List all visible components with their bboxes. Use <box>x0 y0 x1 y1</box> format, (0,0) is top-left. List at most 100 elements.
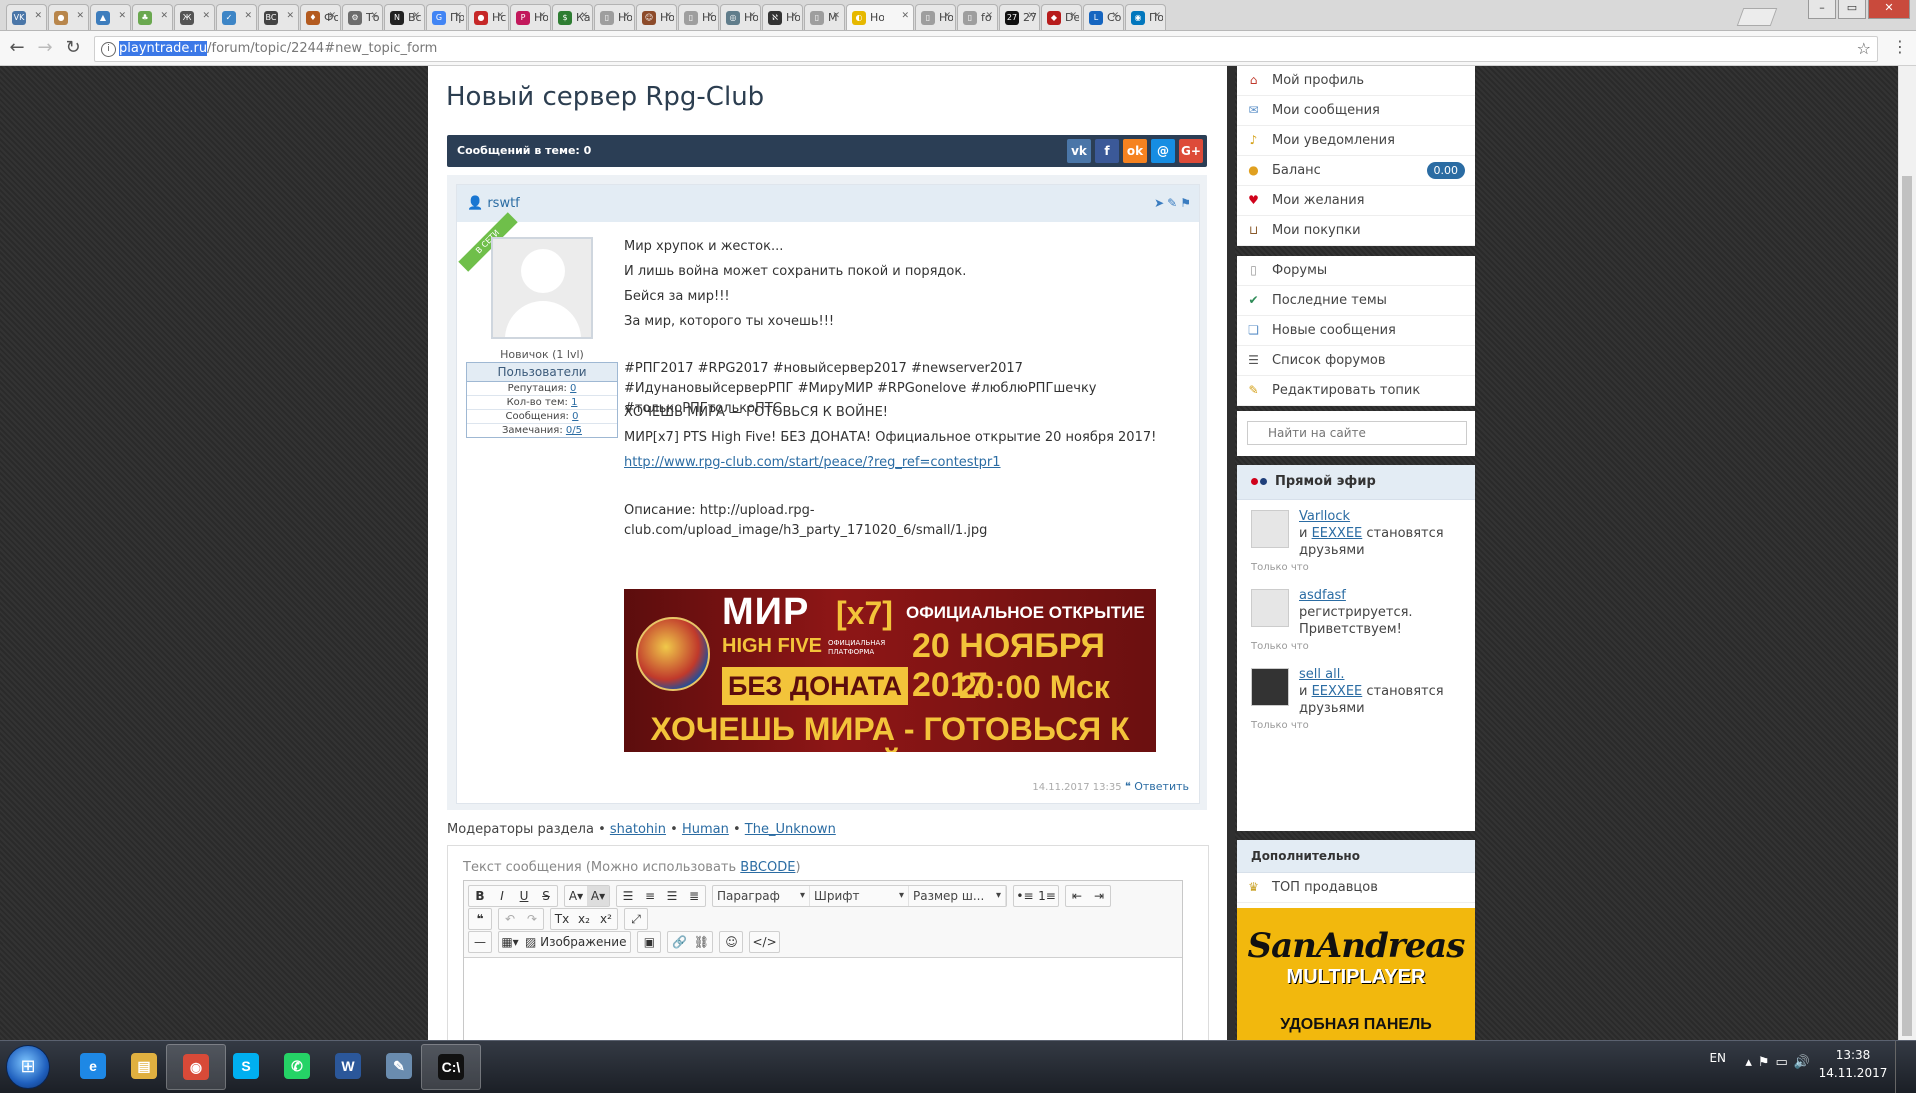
align-justify-icon[interactable]: ≣ <box>683 886 705 906</box>
post-author[interactable]: 👤 rswtf <box>467 196 520 211</box>
sidebar-item[interactable]: ♛ ТОП продавцов <box>1237 873 1475 903</box>
bold-button[interactable]: B <box>469 886 491 906</box>
browser-tab[interactable]: ▯ Но ✕ <box>915 4 956 30</box>
show-desktop-button[interactable] <box>1895 1041 1906 1093</box>
browser-tab[interactable]: ● ✕ <box>48 4 89 30</box>
sidebar-item[interactable]: ❏ Новые сообщения <box>1237 316 1475 346</box>
tab-close-icon[interactable]: ✕ <box>664 11 672 21</box>
browser-tab[interactable]: BC ✕ <box>258 4 299 30</box>
link-icon[interactable]: 🔗 <box>668 932 690 952</box>
browser-tab[interactable]: ● Нс ✕ <box>468 4 509 30</box>
browser-tab[interactable]: P Но ✕ <box>510 4 551 30</box>
tab-close-icon[interactable]: ✕ <box>76 11 84 21</box>
browser-menu-icon[interactable]: ⋮ <box>1892 37 1908 56</box>
feed-other-link[interactable]: EEXXEE <box>1312 684 1363 699</box>
font-size-select[interactable]: Размер ш... <box>909 886 1006 906</box>
emoji-icon[interactable]: ☺ <box>720 932 742 952</box>
text-color-button[interactable]: A▾ <box>565 886 587 906</box>
tab-close-icon[interactable]: ✕ <box>34 11 42 21</box>
moderator-link[interactable]: shatohin <box>610 822 666 837</box>
outdent-icon[interactable]: ⇤ <box>1066 886 1088 906</box>
minimize-button[interactable]: – <box>1808 0 1836 19</box>
strikethrough-button[interactable]: S <box>535 886 557 906</box>
facebook-share-button[interactable]: f <box>1095 139 1119 163</box>
site-search-input[interactable] <box>1247 421 1467 445</box>
table-icon[interactable]: ▦▾ <box>499 932 521 952</box>
sidebar-item[interactable]: ✎ Редактировать топик <box>1237 376 1475 406</box>
tab-close-icon[interactable]: ✕ <box>1069 11 1077 21</box>
scrollbar-thumb[interactable] <box>1902 176 1912 1036</box>
taskbar-internet-explorer[interactable]: e <box>64 1044 122 1088</box>
close-window-button[interactable]: ✕ <box>1868 0 1910 19</box>
italic-button[interactable]: I <box>491 886 513 906</box>
avatar[interactable] <box>491 237 593 339</box>
tab-close-icon[interactable]: ✕ <box>832 11 840 21</box>
superscript-icon[interactable]: x² <box>595 909 617 929</box>
feed-user-link[interactable]: asdfasf <box>1299 588 1346 603</box>
tab-close-icon[interactable]: ✕ <box>328 11 336 21</box>
numbered-list-icon[interactable]: 1≡ <box>1036 886 1058 906</box>
browser-tab[interactable]: ▯ М ✕ <box>804 4 845 30</box>
unlink-icon[interactable]: ⛓ <box>690 932 712 952</box>
address-bar[interactable]: i playntrade.ru/forum/topic/2244#new_top… <box>94 36 1878 62</box>
send-message-icon[interactable]: ➤ <box>1154 196 1164 210</box>
edit-icon[interactable]: ✎ <box>1167 196 1177 210</box>
sidebar-item[interactable]: ♪ Мои уведомления <box>1237 126 1475 156</box>
insert-image-button[interactable]: ▨ Изображение <box>521 932 630 952</box>
browser-tab[interactable]: Ж ✕ <box>174 4 215 30</box>
subscript-icon[interactable]: x₂ <box>573 909 595 929</box>
browser-tab[interactable]: N Вс ✕ <box>384 4 425 30</box>
stat-value[interactable]: 0 <box>570 383 576 394</box>
sidebar-item[interactable]: ▯ Форумы <box>1237 256 1475 286</box>
browser-tab[interactable]: ▯ fo ✕ <box>957 4 998 30</box>
underline-button[interactable]: U <box>513 886 535 906</box>
taskbar-console[interactable]: C:\ <box>421 1044 481 1090</box>
browser-tab[interactable]: ▯ Но ✕ <box>678 4 719 30</box>
tray-arrow-icon[interactable]: ▴ <box>1745 1055 1758 1070</box>
browser-tab[interactable]: ◐ Но ✕ <box>846 4 914 30</box>
tab-close-icon[interactable]: ✕ <box>538 11 546 21</box>
post-link[interactable]: http://www.rpg-club.com/start/peace/?reg… <box>624 455 1001 470</box>
tab-close-icon[interactable]: ✕ <box>706 11 714 21</box>
paragraph-select[interactable]: Параграф <box>713 886 810 906</box>
browser-tab[interactable]: ✓ ✕ <box>216 4 257 30</box>
browser-tab[interactable]: ◆ De ✕ <box>1041 4 1082 30</box>
bookmark-star-icon[interactable]: ☆ <box>1857 37 1871 61</box>
bbcode-link[interactable]: BBCODE <box>740 860 795 875</box>
browser-tab[interactable]: ▲ ✕ <box>90 4 131 30</box>
sidebar-item[interactable]: ♥ Мои желания <box>1237 186 1475 216</box>
stat-value[interactable]: 1 <box>571 397 577 408</box>
vk-share-button[interactable]: vk <box>1067 139 1091 163</box>
browser-tab[interactable]: ♦Фо✕ <box>300 4 341 30</box>
mailru-share-button[interactable]: @ <box>1151 139 1175 163</box>
feed-user-link[interactable]: sell all. <box>1299 667 1344 682</box>
align-left-icon[interactable]: ☰ <box>617 886 639 906</box>
stat-value[interactable]: 0/5 <box>566 425 582 436</box>
redo-icon[interactable]: ↷ <box>521 909 543 929</box>
odnoklassniki-share-button[interactable]: ok <box>1123 139 1147 163</box>
tab-close-icon[interactable]: ✕ <box>580 11 588 21</box>
tab-close-icon[interactable]: ✕ <box>622 11 630 21</box>
browser-tab[interactable]: L Со ✕ <box>1083 4 1124 30</box>
reply-link[interactable]: ❝ Ответить <box>1125 780 1189 793</box>
indent-icon[interactable]: ⇥ <box>1088 886 1110 906</box>
sidebar-item[interactable]: ✔ Последние темы <box>1237 286 1475 316</box>
taskbar-word[interactable]: W <box>319 1044 377 1088</box>
taskbar-file-explorer[interactable]: ▤ <box>115 1044 173 1088</box>
network-icon[interactable]: ▭ <box>1776 1055 1794 1070</box>
browser-tab[interactable]: ▯ Но ✕ <box>594 4 635 30</box>
undo-icon[interactable]: ↶ <box>499 909 521 929</box>
start-button[interactable]: ⊞ <box>6 1045 50 1089</box>
tab-close-icon[interactable]: ✕ <box>790 11 798 21</box>
maximize-button[interactable]: ▭ <box>1838 0 1866 19</box>
background-color-button[interactable]: A▾ <box>587 886 609 906</box>
browser-tab[interactable]: ♣ ✕ <box>132 4 173 30</box>
browser-tab[interactable]: ◎ Но ✕ <box>720 4 761 30</box>
source-code-icon[interactable]: </> <box>750 932 778 952</box>
flag-icon[interactable]: ⚑ <box>1758 1055 1776 1070</box>
browser-tab[interactable]: 27 27 ✕ <box>999 4 1040 30</box>
tab-close-icon[interactable]: ✕ <box>286 11 294 21</box>
moderator-link[interactable]: The_Unknown <box>745 822 836 837</box>
new-tab-button[interactable] <box>1736 8 1778 26</box>
tab-close-icon[interactable]: ✕ <box>412 11 420 21</box>
